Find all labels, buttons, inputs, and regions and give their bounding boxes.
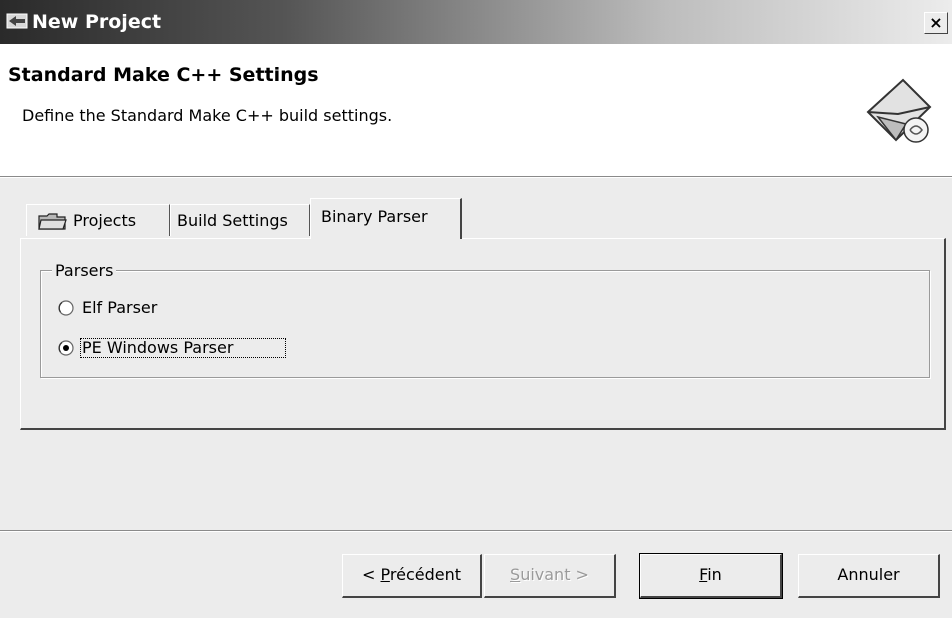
next-button-rest: uivant > <box>520 565 589 584</box>
tab-build-settings-label: Build Settings <box>177 211 288 230</box>
title-bar[interactable]: New Project × <box>0 0 952 44</box>
back-button-mnemonic: P <box>380 565 390 584</box>
cancel-button-label: Annuler <box>837 565 900 584</box>
tab-build-settings[interactable]: Build Settings <box>170 204 310 236</box>
finish-button-rest: in <box>707 565 722 584</box>
folder-icon <box>38 213 67 230</box>
parsers-group-label: Parsers <box>52 262 117 280</box>
eclipse-app-icon <box>6 13 28 29</box>
cancel-button[interactable]: Annuler <box>798 554 940 598</box>
next-button-mnemonic: S <box>510 565 521 584</box>
radio-unselected-icon[interactable] <box>58 300 74 316</box>
finish-button[interactable]: Fin <box>639 553 783 599</box>
page-description: Define the Standard Make C++ build setti… <box>22 106 393 125</box>
tab-projects-label: Projects <box>73 211 137 230</box>
tab-binary-parser-label: Binary Parser <box>321 207 428 226</box>
elf-parser-label: Elf Parser <box>82 298 158 317</box>
finish-button-mnemonic: F <box>699 565 708 584</box>
back-button-rest: récédent <box>389 565 461 584</box>
next-button[interactable]: Suivant > <box>484 554 616 598</box>
close-icon: × <box>929 13 943 32</box>
window-title: New Project <box>32 11 162 33</box>
back-button[interactable]: < Précédent <box>342 554 482 598</box>
pe-windows-parser-label: PE Windows Parser <box>82 338 234 357</box>
wizard-banner: Standard Make C++ Settings Define the St… <box>0 44 952 177</box>
new-project-dialog: New Project × Standard Make C++ Settings… <box>0 0 952 618</box>
wizard-envelope-icon <box>866 78 932 143</box>
tab-projects[interactable]: Projects <box>26 204 170 236</box>
page-title: Standard Make C++ Settings <box>8 64 319 86</box>
radio-selected-icon[interactable] <box>58 340 74 356</box>
button-bar-separator <box>0 530 952 532</box>
back-button-prefix: < <box>362 565 381 584</box>
tab-binary-parser[interactable]: Binary Parser <box>310 198 462 239</box>
parsers-group <box>40 270 930 378</box>
close-button[interactable]: × <box>924 12 948 34</box>
banner-separator <box>0 177 952 178</box>
